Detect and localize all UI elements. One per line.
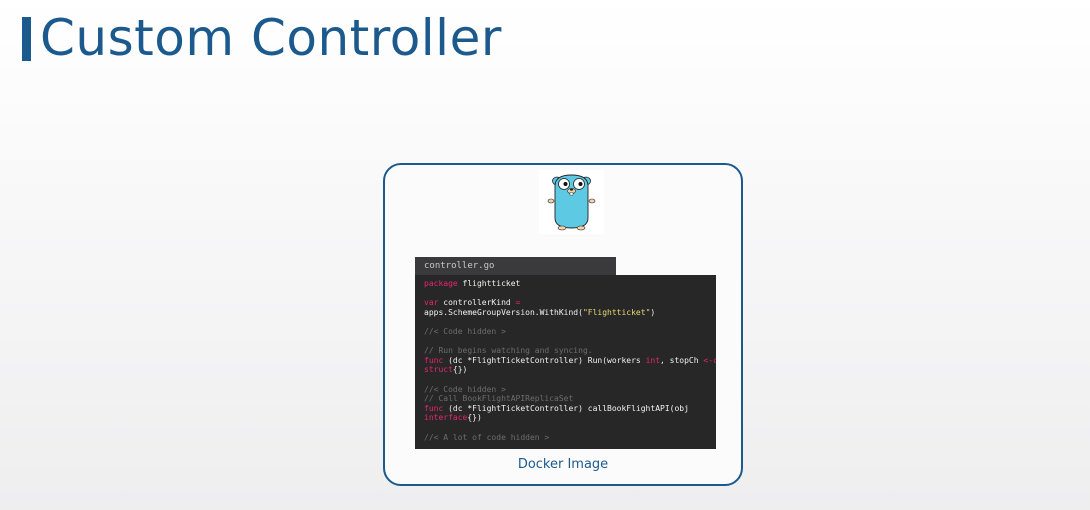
code-line: //< Code hidden > <box>424 385 708 395</box>
code-token: = <box>515 298 521 308</box>
code-token: ) <box>650 307 656 317</box>
code-token: flightticket <box>457 279 521 288</box>
code-token: "Flightticket" <box>582 307 651 317</box>
code-token: //< Code hidden > <box>424 326 506 336</box>
title-accent-bar <box>22 17 31 61</box>
code-line: func (dc *FlightTicketController) callBo… <box>424 404 708 414</box>
code-line: apps.SchemeGroupVersion.WithKind("Flight… <box>424 308 708 318</box>
code-token: var <box>424 298 439 308</box>
code-token: package <box>424 279 458 288</box>
code-token: // Call BookFlightAPIReplicaSet <box>424 394 574 404</box>
code-token: {}) <box>452 365 468 375</box>
code-token: // Run begins watching and syncing. <box>424 346 593 356</box>
code-token: apps.SchemeGroupVersion.WithKind( <box>424 307 583 317</box>
code-token: struct <box>424 365 453 375</box>
code-token: controllerKind <box>438 298 516 308</box>
page-title: Custom Controller <box>40 9 502 67</box>
code-token: int <box>645 355 661 365</box>
code-token: interface <box>424 413 468 423</box>
code-token: <-chan <box>703 355 716 365</box>
code-line: interface{}) <box>424 413 708 423</box>
code-token: func <box>424 355 444 365</box>
code-line: var controllerKind = <box>424 298 708 308</box>
code-filename-tab: controller.go <box>415 257 616 276</box>
code-line: package flightticket <box>424 279 708 289</box>
code-line: struct{}) <box>424 365 708 375</box>
go-gopher-icon <box>539 170 604 234</box>
code-token: (dc *FlightTicketController) Run(workers <box>443 355 646 365</box>
code-line: // Run begins watching and syncing. <box>424 346 708 356</box>
code-line: func (dc *FlightTicketController) Run(wo… <box>424 355 716 366</box>
code-snippet: package flightticket var controllerKind =… <box>415 275 716 449</box>
code-token: (dc *FlightTicketController) callBookFli… <box>443 403 689 413</box>
code-token: , stopCh <box>660 355 704 365</box>
code-token: //< Code hidden > <box>424 384 506 394</box>
code-token: {}) <box>467 413 482 423</box>
code-line: // Call BookFlightAPIReplicaSet <box>424 394 708 404</box>
code-line: //< Code hidden > <box>424 327 708 337</box>
code-token: func <box>424 403 444 413</box>
code-line: //< A lot of code hidden > <box>424 433 708 443</box>
docker-image-caption: Docker Image <box>517 457 609 472</box>
code-token: //< A lot of code hidden > <box>424 432 550 442</box>
